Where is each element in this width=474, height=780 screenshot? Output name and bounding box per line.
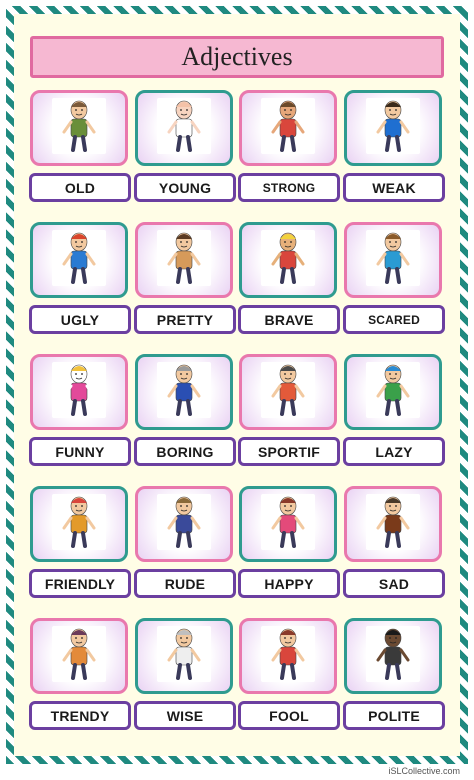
rude-man-icon <box>149 490 219 559</box>
picture-card-polite <box>344 618 442 694</box>
word-label-brave: BRAVE <box>238 305 340 334</box>
footer-credit: iSLCollective.com <box>388 766 460 776</box>
wise-man-icon <box>149 622 219 691</box>
picture-card-scared <box>344 222 442 298</box>
happy-woman-icon <box>253 490 323 559</box>
old-man-icon <box>44 94 114 163</box>
picture-card-weak <box>344 90 442 166</box>
sad-woman-icon <box>358 490 428 559</box>
word-label-happy: HAPPY <box>238 569 340 598</box>
polite-man-icon <box>358 622 428 691</box>
ugly-boy-icon <box>44 226 114 295</box>
baby-icon <box>149 94 219 163</box>
word-label-rude: RUDE <box>134 569 236 598</box>
picture-card-fool <box>239 618 337 694</box>
word-label-young: YOUNG <box>134 173 236 202</box>
picture-card-sad <box>344 486 442 562</box>
word-label-old: OLD <box>29 173 131 202</box>
word-label-funny: FUNNY <box>29 437 131 466</box>
picture-card-young <box>135 90 233 166</box>
word-label-weak: WEAK <box>343 173 445 202</box>
bored-man-icon <box>149 358 219 427</box>
word-label-sad: SAD <box>343 569 445 598</box>
sporty-man-icon <box>253 358 323 427</box>
friends-icon <box>44 490 114 559</box>
picture-card-rude <box>135 486 233 562</box>
strong-man-icon <box>253 94 323 163</box>
picture-card-brave <box>239 222 337 298</box>
picture-card-old <box>30 90 128 166</box>
word-label-trendy: TRENDY <box>29 701 131 730</box>
picture-card-friendly <box>30 486 128 562</box>
word-label-lazy: LAZY <box>343 437 445 466</box>
picture-card-wise <box>135 618 233 694</box>
weak-man-icon <box>358 94 428 163</box>
picture-card-sportif <box>239 354 337 430</box>
picture-card-strong <box>239 90 337 166</box>
picture-card-trendy <box>30 618 128 694</box>
picture-card-funny <box>30 354 128 430</box>
word-label-boring: BORING <box>134 437 236 466</box>
word-label-ugly: UGLY <box>29 305 131 334</box>
trendy-woman-icon <box>44 622 114 691</box>
scared-man-icon <box>358 226 428 295</box>
word-label-strong: STRONG <box>238 173 340 202</box>
picture-card-ugly <box>30 222 128 298</box>
picture-card-happy <box>239 486 337 562</box>
brave-warrior-icon <box>253 226 323 295</box>
word-label-wise: WISE <box>134 701 236 730</box>
word-label-pretty: PRETTY <box>134 305 236 334</box>
picture-card-boring <box>135 354 233 430</box>
word-label-polite: POLITE <box>343 701 445 730</box>
pretty-woman-icon <box>149 226 219 295</box>
picture-card-pretty <box>135 222 233 298</box>
word-label-friendly: FRIENDLY <box>29 569 131 598</box>
word-label-scared: SCARED <box>343 305 445 334</box>
lazy-man-icon <box>358 358 428 427</box>
page-title: Adjectives <box>30 36 444 78</box>
word-label-sportif: SPORTIF <box>238 437 340 466</box>
fool-man-icon <box>253 622 323 691</box>
word-label-fool: FOOL <box>238 701 340 730</box>
clown-icon <box>44 358 114 427</box>
picture-card-lazy <box>344 354 442 430</box>
